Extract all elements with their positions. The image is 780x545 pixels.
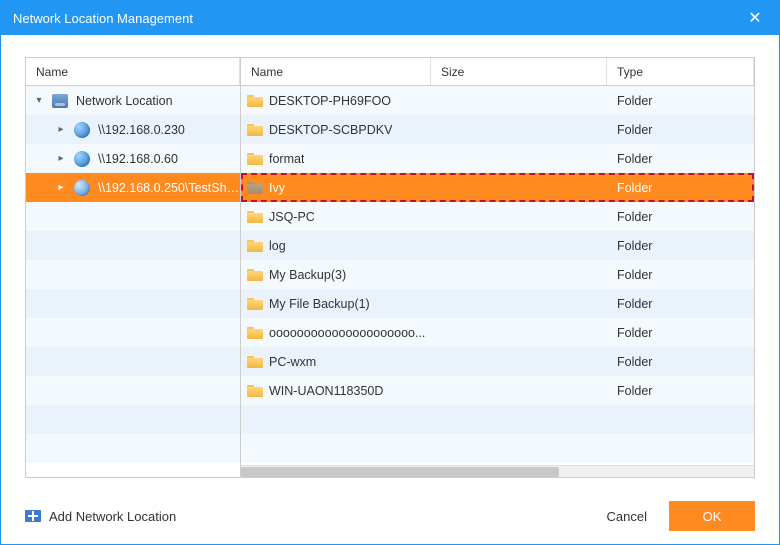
folder-icon	[247, 123, 263, 136]
list-row[interactable]: format Folder	[241, 144, 754, 173]
chevron-right-icon[interactable]: ▸	[54, 124, 68, 135]
folder-icon	[247, 355, 263, 368]
chevron-down-icon[interactable]: ▾	[32, 95, 46, 106]
folder-icon	[247, 239, 263, 252]
list-row[interactable]: WIN-UAON118350D Folder	[241, 376, 754, 405]
folder-icon	[247, 210, 263, 223]
add-icon	[25, 510, 41, 522]
list-panel: Name Size Type DESKTOP-PH69FOOFolderDESK…	[241, 57, 755, 478]
column-header-name[interactable]: Name	[241, 58, 431, 85]
tree-row-empty	[26, 318, 240, 347]
scrollbar-thumb[interactable]	[241, 467, 559, 477]
titlebar[interactable]: Network Location Management ✕	[1, 1, 779, 35]
list-item-type: Folder	[607, 384, 754, 398]
list-item-name: PC-wxm	[269, 355, 316, 369]
list-item-name: DESKTOP-PH69FOO	[269, 94, 391, 108]
list-row[interactable]: log Folder	[241, 231, 754, 260]
tree-panel: Name ▾ Network Location ▸ \\192.168.0.230 ▸ \…	[25, 57, 241, 478]
list-row[interactable]: My File Backup(1) Folder	[241, 289, 754, 318]
folder-icon	[247, 152, 263, 165]
list-row[interactable]: JSQ-PC Folder	[241, 202, 754, 231]
tree-body: ▾ Network Location ▸ \\192.168.0.230 ▸ \\192.…	[26, 86, 240, 477]
column-header-size[interactable]: Size	[431, 58, 607, 85]
list-item-name: JSQ-PC	[269, 210, 315, 224]
list-row[interactable]: ooooooooooooooooooooo... Folder	[241, 318, 754, 347]
folder-icon	[247, 268, 263, 281]
chevron-right-icon[interactable]: ▸	[54, 153, 68, 164]
tree-header-name: Name	[36, 65, 68, 79]
tree-row-0[interactable]: ▾ Network Location	[26, 86, 240, 115]
list-header: Name Size Type	[241, 58, 754, 86]
tree-row-2[interactable]: ▸ \\192.168.0.60	[26, 144, 240, 173]
list-item-type: Folder	[607, 94, 754, 108]
list-item-name: format	[269, 152, 304, 166]
list-row[interactable]: My Backup(3) Folder	[241, 260, 754, 289]
folder-icon	[247, 181, 263, 194]
list-item-type: Folder	[607, 268, 754, 282]
cancel-button[interactable]: Cancel	[585, 501, 669, 531]
list-row[interactable]: PC-wxm Folder	[241, 347, 754, 376]
close-icon[interactable]: ✕	[743, 6, 767, 30]
folder-icon	[247, 384, 263, 397]
list-item-name: My File Backup(1)	[269, 297, 370, 311]
tree-item-label: Network Location	[76, 94, 173, 108]
globe-icon	[72, 180, 92, 196]
list-item-name: DESKTOP-SCBPDKV	[269, 123, 392, 137]
list-row-empty	[241, 434, 754, 463]
bottom-bar: Add Network Location Cancel OK	[1, 488, 779, 544]
list-item-type: Folder	[607, 152, 754, 166]
ok-button[interactable]: OK	[669, 501, 755, 531]
tree-row-empty	[26, 260, 240, 289]
list-body: DESKTOP-PH69FOO Folder DESKTOP-SCBPDKV Fold…	[241, 86, 754, 477]
list-row[interactable]: Ivy Folder	[241, 173, 754, 202]
add-network-location-button[interactable]: Add Network Location	[25, 509, 176, 524]
tree-row-empty	[26, 434, 240, 463]
tree-row-empty	[26, 405, 240, 434]
list-item-type: Folder	[607, 355, 754, 369]
list-item-type: Folder	[607, 326, 754, 340]
network-icon	[50, 94, 70, 108]
list-item-name: Ivy	[269, 181, 285, 195]
tree-row-empty	[26, 347, 240, 376]
list-item-name: ooooooooooooooooooooo...	[269, 326, 425, 340]
content-area: Name ▾ Network Location ▸ \\192.168.0.230 ▸ \…	[1, 35, 779, 488]
column-header-type[interactable]: Type	[607, 58, 754, 85]
list-item-type: Folder	[607, 123, 754, 137]
horizontal-scrollbar[interactable]	[241, 465, 754, 477]
tree-item-label: \\192.168.0.60	[98, 152, 178, 166]
folder-icon	[247, 326, 263, 339]
list-item-type: Folder	[607, 297, 754, 311]
add-network-label: Add Network Location	[49, 509, 176, 524]
list-item-type: Folder	[607, 210, 754, 224]
tree-row-empty	[26, 202, 240, 231]
list-item-name: WIN-UAON118350D	[269, 384, 383, 398]
list-row[interactable]: DESKTOP-SCBPDKV Folder	[241, 115, 754, 144]
tree-header[interactable]: Name	[26, 58, 240, 86]
tree-item-label: \\192.168.0.250\TestSh…	[98, 181, 239, 195]
tree-row-3[interactable]: ▸ \\192.168.0.250\TestSh…	[26, 173, 240, 202]
globe-icon	[72, 151, 92, 167]
list-item-name: My Backup(3)	[269, 268, 346, 282]
tree-row-1[interactable]: ▸ \\192.168.0.230	[26, 115, 240, 144]
tree-row-empty	[26, 289, 240, 318]
list-row-empty	[241, 405, 754, 434]
list-item-type: Folder	[607, 181, 754, 195]
window-title: Network Location Management	[13, 11, 743, 26]
chevron-right-icon[interactable]: ▸	[54, 182, 68, 193]
tree-item-label: \\192.168.0.230	[98, 123, 185, 137]
globe-icon	[72, 122, 92, 138]
list-item-type: Folder	[607, 239, 754, 253]
list-row[interactable]: DESKTOP-PH69FOO Folder	[241, 86, 754, 115]
tree-row-empty	[26, 231, 240, 260]
folder-icon	[247, 297, 263, 310]
tree-row-empty	[26, 376, 240, 405]
folder-icon	[247, 94, 263, 107]
list-item-name: log	[269, 239, 286, 253]
